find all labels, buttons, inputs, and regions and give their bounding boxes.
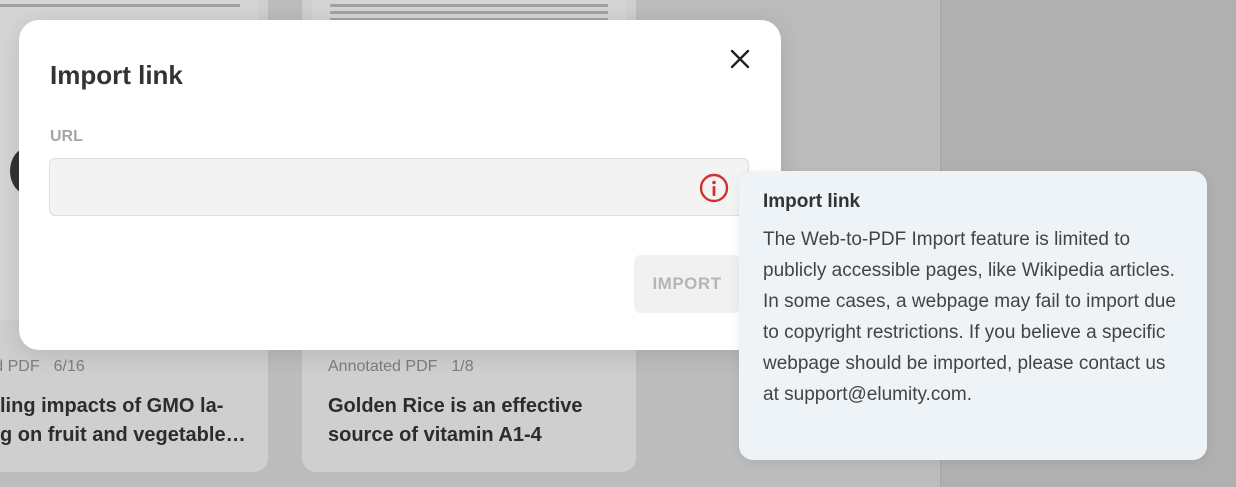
url-input[interactable]	[49, 158, 749, 216]
info-icon[interactable]	[699, 173, 729, 203]
url-label: URL	[50, 128, 83, 145]
dialog-title: Import link	[50, 60, 183, 90]
close-icon	[730, 49, 750, 69]
info-circle-icon	[699, 173, 729, 203]
import-button[interactable]: IMPORT	[634, 255, 740, 313]
info-tooltip: Import link The Web-to-PDF Import featur…	[739, 171, 1207, 460]
import-link-dialog: Import link URL IMPORT	[19, 20, 781, 350]
tooltip-title: Import link	[763, 191, 861, 212]
close-button[interactable]	[725, 44, 755, 74]
tooltip-body: The Web-to-PDF Import feature is limited…	[763, 229, 1176, 405]
